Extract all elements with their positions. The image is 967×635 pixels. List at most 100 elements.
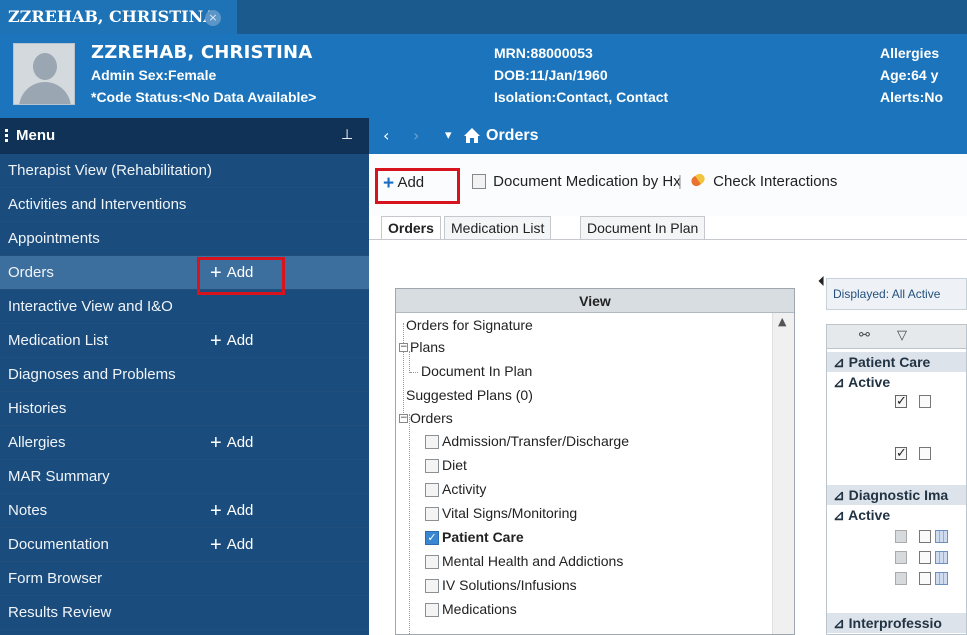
tree-node-activity[interactable]: Activity (442, 481, 486, 497)
group-collapse-icon[interactable]: ⊿ (833, 374, 845, 390)
checked-order-icon[interactable]: ✓ (895, 395, 907, 408)
subgroup-active[interactable]: ⊿ Active (827, 505, 966, 525)
filter-column-icon[interactable]: ▽ (897, 328, 907, 343)
check-interactions-button[interactable]: Check Interactions (689, 171, 837, 190)
allergies-banner[interactable]: Allergies (880, 45, 939, 61)
sidebar-item-label: Orders (8, 264, 54, 281)
highlight-box-orders-add (197, 257, 285, 295)
alerts: Alerts:No (880, 89, 944, 105)
order-details-icon[interactable] (919, 572, 931, 585)
order-details-icon[interactable] (919, 395, 931, 408)
document-medication-by-hx-button[interactable]: Document Medication by Hx (472, 173, 681, 190)
sidebar-item[interactable]: Results Review (0, 596, 369, 630)
tree-line (410, 372, 418, 373)
collapse-plans-icon[interactable]: − (399, 343, 408, 352)
subgroup-active[interactable]: ⊿ Active (827, 372, 966, 392)
menu-dots-icon[interactable] (5, 129, 9, 145)
sidebar-item[interactable]: Notes + Add (0, 494, 369, 528)
checkbox-medications[interactable] (425, 603, 439, 617)
order-status-icon[interactable] (895, 551, 907, 564)
sidebar-add-button[interactable]: + Add (210, 528, 253, 562)
tab-document-in-plan[interactable]: Document In Plan (580, 216, 706, 240)
tree-node-diet[interactable]: Diet (442, 457, 467, 473)
checkbox-admission-transfer-discharge[interactable] (425, 435, 439, 449)
sidebar-add-button[interactable]: + Add (210, 494, 253, 528)
sidebar-item[interactable]: Diagnoses and Problems (0, 358, 369, 392)
checked-order-icon[interactable]: ✓ (895, 447, 907, 460)
tree-node-medications[interactable]: Medications (442, 601, 517, 617)
sidebar-item[interactable]: Documentation + Add (0, 528, 369, 562)
scroll-up-icon[interactable]: ▲ (778, 315, 786, 328)
sidebar-add-button[interactable]: + Add (210, 426, 253, 460)
tree-line (409, 414, 410, 634)
chevron-down-icon[interactable]: ▾ (445, 118, 452, 154)
sidebar-item[interactable]: MAR Summary (0, 460, 369, 494)
tree-node-suggested-plans[interactable]: Suggested Plans (0) (406, 387, 533, 403)
sidebar-add-label: Add (226, 536, 254, 553)
back-icon[interactable]: ‹ (383, 118, 389, 154)
calendar-icon[interactable] (935, 551, 948, 564)
collapse-orders-icon[interactable]: − (399, 414, 408, 423)
displayed-filter[interactable]: Displayed: All Active (826, 278, 967, 310)
group-diagnostic-imaging[interactable]: ⊿ Diagnostic Ima (827, 485, 966, 505)
checkbox-patient-care[interactable]: ✓ (425, 531, 439, 545)
tree-node-iv-solutions-infusions[interactable]: IV Solutions/Infusions (442, 577, 577, 593)
group-collapse-icon[interactable]: ⊿ (833, 615, 845, 631)
order-details-icon[interactable] (919, 447, 931, 460)
sidebar-item[interactable]: Allergies + Add (0, 426, 369, 460)
tree-scrollbar[interactable]: ▲ (772, 313, 794, 634)
pin-icon[interactable]: ⊥ (341, 127, 353, 143)
sidebar-add-button[interactable]: + Add (210, 324, 253, 358)
patient-tab[interactable]: ZZREHAB, CHRISTINA × (0, 0, 237, 34)
collapse-panel-icon[interactable]: ⏴ (818, 274, 825, 290)
tree-node-orders-for-signature[interactable]: Orders for Signature (406, 317, 533, 333)
group-diagnostic-label: Diagnostic Ima (848, 487, 949, 503)
calendar-icon[interactable] (935, 530, 948, 543)
sidebar-item[interactable]: Interactive View and I&O (0, 290, 369, 324)
patient-name[interactable]: ZZREHAB, CHRISTINA (91, 42, 312, 63)
plus-icon: + (210, 500, 222, 522)
checkbox-mental-health-and-addictions[interactable] (425, 555, 439, 569)
orders-profile-pane: Displayed: All Active ⚯ ▽ ⊿ Patient Care… (826, 278, 967, 635)
patient-avatar-icon (13, 43, 75, 105)
toolbar-separator: | (678, 173, 682, 190)
sidebar-item[interactable]: Activities and Interventions (0, 188, 369, 222)
tree-node-document-in-plan[interactable]: Document In Plan (421, 363, 532, 379)
sidebar-item[interactable]: Form Browser (0, 562, 369, 596)
menu-header: Menu ⊥ (0, 118, 369, 154)
forward-icon[interactable]: › (413, 118, 419, 154)
sidebar-item[interactable]: Appointments (0, 222, 369, 256)
group-patient-care[interactable]: ⊿ Patient Care (827, 352, 966, 372)
order-status-icon[interactable] (895, 530, 907, 543)
checkbox-activity[interactable] (425, 483, 439, 497)
sidebar-item[interactable]: Orders + Add (0, 256, 369, 290)
order-status-icon[interactable] (895, 572, 907, 585)
tree-node-plans[interactable]: Plans (410, 339, 445, 355)
group-collapse-icon[interactable]: ⊿ (833, 487, 845, 503)
content-nav-bar: ‹ › ▾ Orders (369, 118, 967, 154)
tree-node-admission-transfer-discharge[interactable]: Admission/Transfer/Discharge (442, 433, 629, 449)
group-interprofessional[interactable]: ⊿ Interprofessio (827, 613, 966, 633)
interaction-column-icon[interactable]: ⚯ (859, 328, 870, 343)
group-collapse-icon[interactable]: ⊿ (833, 354, 845, 370)
checkbox-vital-signs-monitoring[interactable] (425, 507, 439, 521)
home-icon[interactable] (463, 127, 481, 144)
age: Age:64 y (880, 67, 939, 83)
order-details-icon[interactable] (919, 530, 931, 543)
group-collapse-icon[interactable]: ⊿ (833, 507, 845, 523)
checkbox-diet[interactable] (425, 459, 439, 473)
sidebar-item[interactable]: Medication List + Add (0, 324, 369, 358)
calendar-icon[interactable] (935, 572, 948, 585)
tab-medication-list[interactable]: Medication List (444, 216, 552, 240)
tree-node-orders[interactable]: Orders (410, 410, 453, 426)
checkbox-iv-solutions-infusions[interactable] (425, 579, 439, 593)
sidebar-item[interactable]: Therapist View (Rehabilitation) (0, 154, 369, 188)
tab-orders[interactable]: Orders (381, 216, 441, 240)
tree-node-patient-care[interactable]: Patient Care (442, 529, 524, 545)
sidebar-item[interactable]: Histories (0, 392, 369, 426)
order-details-icon[interactable] (919, 551, 931, 564)
close-tab-icon[interactable]: × (205, 10, 221, 26)
sidebar-item-label: Diagnoses and Problems (8, 366, 176, 383)
tree-node-mental-health-and-addictions[interactable]: Mental Health and Addictions (442, 553, 623, 569)
tree-node-vital-signs-monitoring[interactable]: Vital Signs/Monitoring (442, 505, 577, 521)
